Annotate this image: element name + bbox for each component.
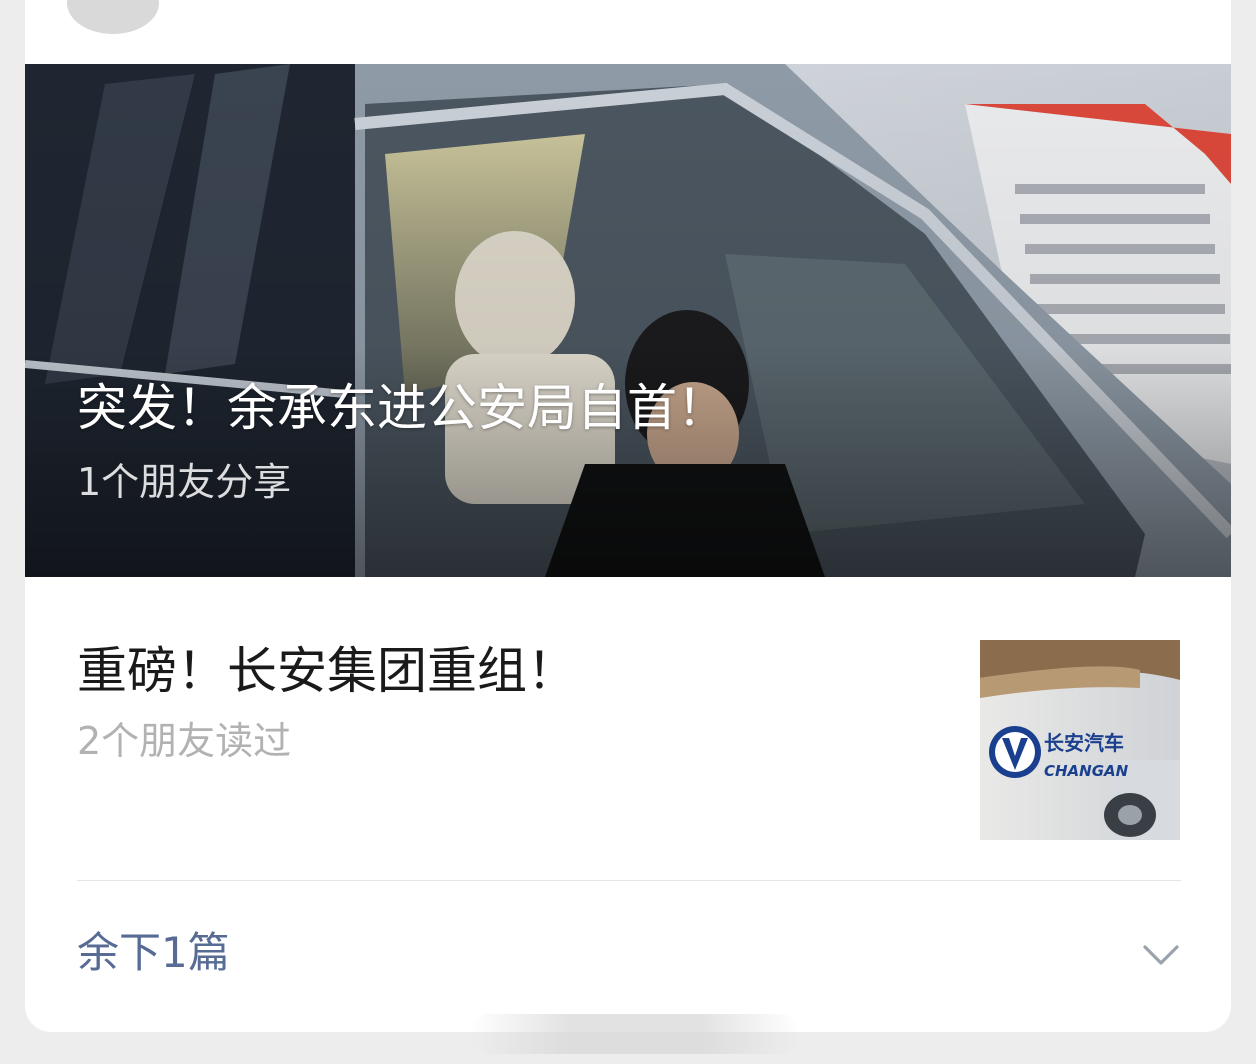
- article-thumbnail[interactable]: 长安汽车 CHANGAN: [980, 640, 1180, 840]
- account-avatar[interactable]: [67, 0, 159, 34]
- thumbnail-logo-en: CHANGAN: [1044, 762, 1129, 780]
- article-item[interactable]: 重磅！长安集团重组！ 2个朋友读过 长安汽车 CHANGAN: [25, 577, 1231, 881]
- thumbnail-logo-cn: 长安汽车: [1044, 731, 1124, 755]
- hero-title[interactable]: 突发！余承东进公安局自首！: [77, 376, 727, 440]
- article-bundle-card: 突发！余承东进公安局自首！ 1个朋友分享 重磅！长安集团重组！ 2个朋友读过 长…: [25, 0, 1231, 1032]
- hero-article[interactable]: 突发！余承东进公安局自首！ 1个朋友分享: [25, 64, 1231, 577]
- article-title[interactable]: 重磅！长安集团重组！: [77, 639, 577, 703]
- remaining-count-label[interactable]: 余下1篇: [77, 925, 230, 981]
- changan-logo-thumbnail: 长安汽车 CHANGAN: [980, 640, 1180, 840]
- account-name[interactable]: [197, 0, 387, 6]
- expand-remaining-articles[interactable]: 余下1篇: [25, 881, 1231, 1031]
- publish-time: [1017, 0, 1177, 6]
- chevron-down-icon[interactable]: [1142, 943, 1180, 967]
- bottom-blurred-text: [470, 1014, 800, 1054]
- article-read-count: 2个朋友读过: [77, 719, 292, 763]
- hero-share-count: 1个朋友分享: [77, 460, 292, 504]
- account-header[interactable]: [25, 0, 1231, 64]
